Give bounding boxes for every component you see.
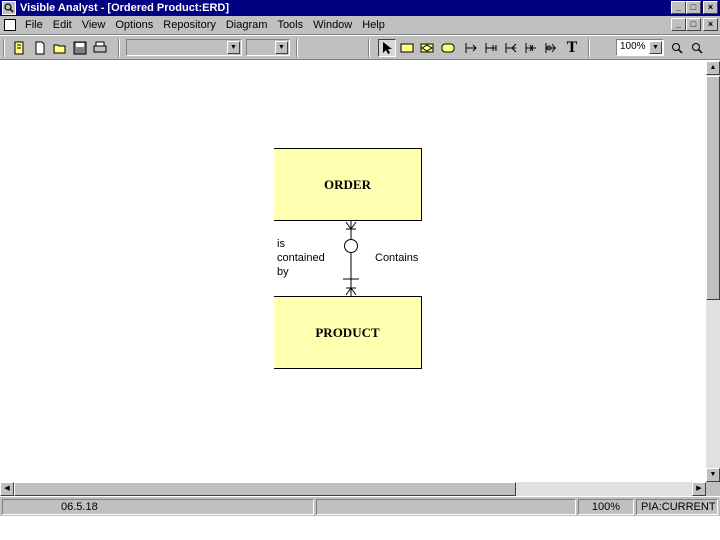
zoom-in-icon[interactable] [668,39,686,57]
associative-entity-tool-icon[interactable] [418,39,436,57]
status-zoom: 100% [578,499,634,515]
zoom-out-icon[interactable] [688,39,706,57]
new-page-icon[interactable] [31,39,49,57]
relationship-label-forward[interactable]: Contains [375,251,418,265]
status-message [316,499,576,515]
relationship-tool-4-icon[interactable] [522,39,540,57]
status-date: 06.5.18 [2,499,314,515]
menu-options[interactable]: Options [110,19,158,31]
vertical-scrollbar[interactable]: ▲ ▼ [706,61,720,482]
scroll-right-icon[interactable]: ▶ [692,482,706,496]
menu-bar: File Edit View Options Repository Diagra… [0,16,720,35]
new-diagram-icon[interactable] [10,39,28,57]
title-bar: Visible Analyst - [Ordered Product:ERD] … [0,0,720,16]
relationship-label-inverse[interactable]: is contained by [277,237,325,279]
status-project: PIA:CURRENT [636,499,718,515]
menu-edit[interactable]: Edit [48,19,77,31]
app-icon[interactable] [2,1,16,15]
status-bar: 06.5.18 100% PIA:CURRENT [0,496,720,516]
print-icon[interactable] [91,39,109,57]
vertical-scroll-thumb[interactable] [706,76,720,300]
zoom-combo[interactable]: 100% ▼ [616,39,664,56]
zoom-combo-arrow-icon[interactable]: ▼ [649,41,662,54]
relationship-tool-3-icon[interactable] [502,39,520,57]
size-combo[interactable]: ▼ [246,39,290,56]
diagram-canvas[interactable]: ORDER PRODUCT is contained by Contains [0,61,706,482]
minimize-button[interactable]: _ [671,1,686,14]
restore-button[interactable]: □ [686,1,701,14]
horizontal-scrollbar[interactable]: ◀ ▶ [0,482,706,496]
menu-help[interactable]: Help [357,19,390,31]
menu-tools[interactable]: Tools [272,19,308,31]
scrollbar-corner [706,482,720,496]
desktop-background [0,516,720,540]
font-combo[interactable]: ▼ [126,39,242,56]
relationship-tool-2-icon[interactable] [482,39,500,57]
menu-diagram[interactable]: Diagram [221,19,273,31]
zoom-combo-value: 100% [620,41,646,52]
open-folder-icon[interactable] [51,39,69,57]
menu-repository[interactable]: Repository [158,19,221,31]
entity-tool-icon[interactable] [398,39,416,57]
menu-view[interactable]: View [77,19,111,31]
text-tool-icon[interactable]: T [563,39,581,57]
mdi-minimize-button[interactable]: _ [671,18,686,31]
scroll-left-icon[interactable]: ◀ [0,482,14,496]
font-combo-arrow-icon[interactable]: ▼ [227,41,240,54]
window-title: Visible Analyst - [Ordered Product:ERD] [20,2,230,14]
horizontal-scroll-thumb[interactable] [14,482,516,496]
save-icon[interactable] [71,39,89,57]
mdi-restore-button[interactable]: □ [686,18,701,31]
mdi-close-button[interactable]: × [703,18,718,31]
menu-file[interactable]: File [20,19,48,31]
scroll-up-icon[interactable]: ▲ [706,61,720,75]
size-combo-arrow-icon[interactable]: ▼ [275,41,288,54]
toolbar: ▼ ▼ T 100% ▼ [0,36,720,60]
relationship-tool-5-icon[interactable] [542,39,560,57]
close-button[interactable]: × [703,1,718,14]
document-icon[interactable] [4,19,16,31]
select-pointer-icon[interactable] [378,39,396,57]
relationship-line[interactable] [0,61,706,482]
scroll-down-icon[interactable]: ▼ [706,468,720,482]
menu-window[interactable]: Window [308,19,357,31]
relationship-tool-1-icon[interactable] [462,39,480,57]
attributive-entity-tool-icon[interactable] [439,39,457,57]
